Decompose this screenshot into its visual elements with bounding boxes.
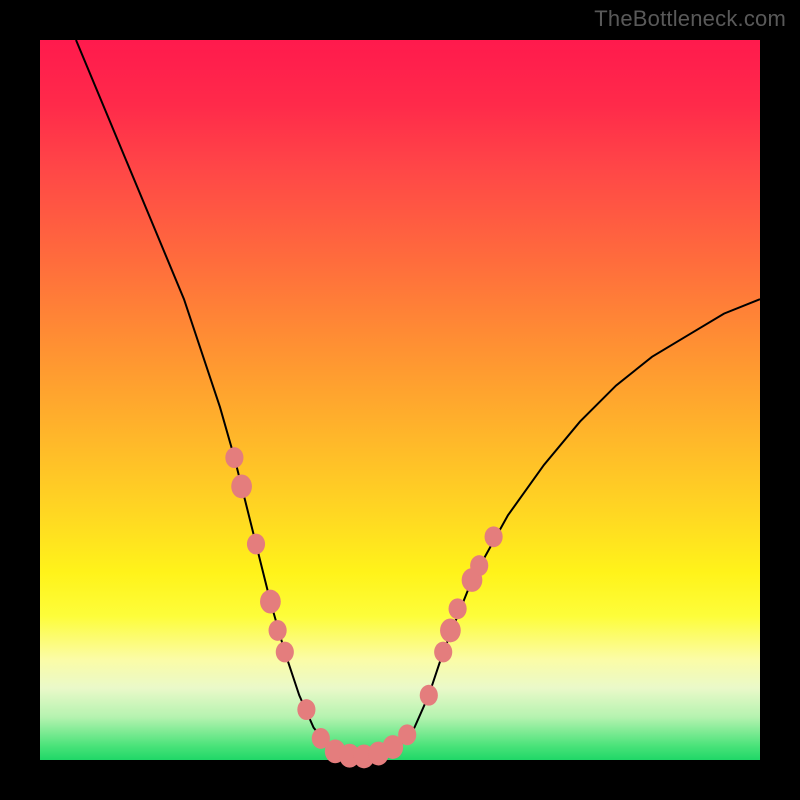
curve-marker [297,699,315,720]
chart-container: TheBottleneck.com [0,0,800,800]
curve-marker [269,620,287,641]
curve-svg [40,40,760,760]
curve-marker [485,526,503,547]
curve-marker [225,447,243,468]
curve-marker [420,685,438,706]
curve-marker [247,534,265,555]
curve-marker [449,598,467,619]
curve-marker [398,724,416,745]
curve-marker [440,618,461,642]
curve-marker [434,642,452,663]
plot-area [40,40,760,760]
curve-markers [225,447,502,768]
curve-marker [276,642,294,663]
curve-marker [260,590,281,614]
watermark-text: TheBottleneck.com [594,6,786,32]
curve-marker [470,555,488,576]
bottleneck-curve [76,40,760,757]
curve-marker [231,474,252,498]
